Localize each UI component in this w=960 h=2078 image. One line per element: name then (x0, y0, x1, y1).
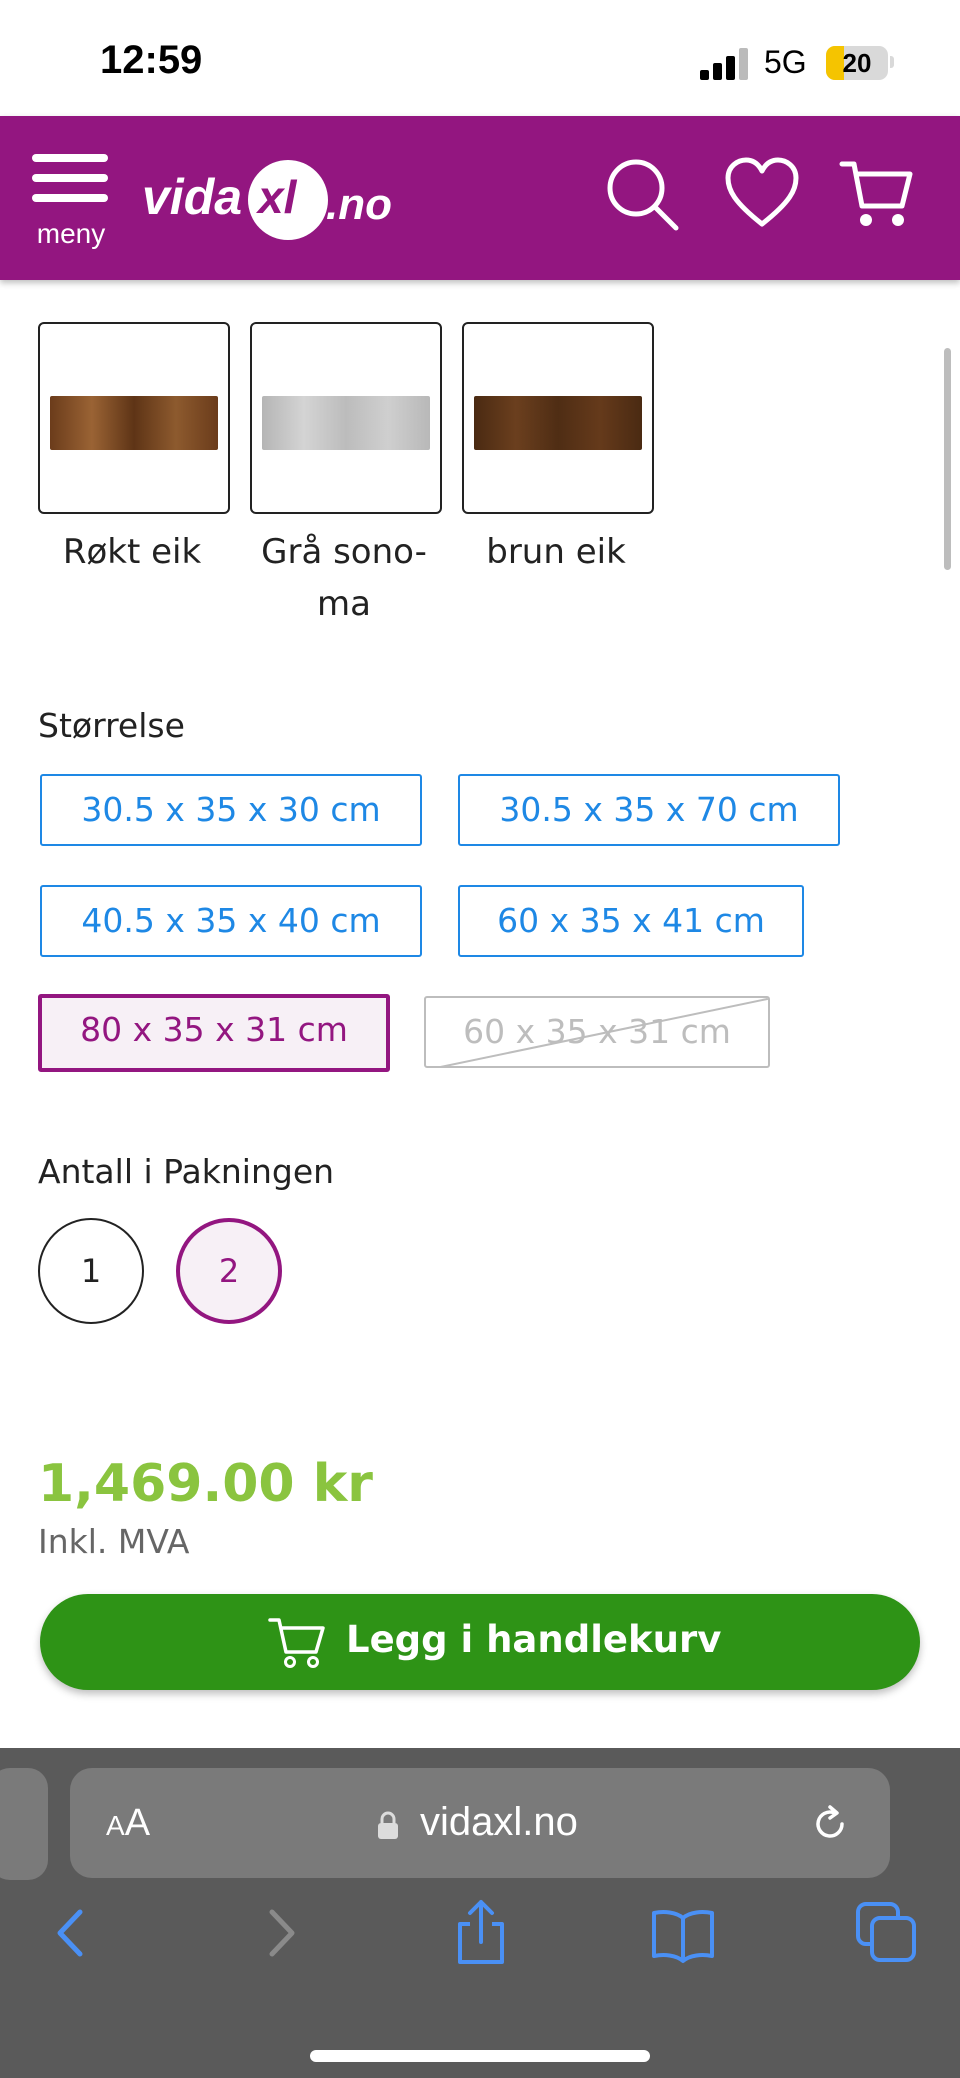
color-label: Røkt eik (62, 532, 202, 572)
site-header: meny vida xl .no (0, 116, 960, 280)
tabs-icon[interactable] (852, 1898, 922, 1968)
color-label: Grå sono- ma (261, 532, 427, 624)
size-option[interactable]: 30.5 x 35 x 70 cm (458, 774, 840, 846)
status-bar: 12:59 5G 20 (0, 0, 960, 116)
color-swatch-gra-sonoma[interactable] (250, 322, 442, 514)
size-option[interactable]: 60 x 35 x 41 cm (458, 885, 804, 957)
quantity-section-title: Antall i Pakningen (38, 1152, 335, 1191)
quantity-option-selected[interactable]: 2 (176, 1218, 282, 1324)
reload-icon[interactable] (810, 1804, 850, 1844)
signal-icon (700, 48, 752, 80)
browser-toolbar: AA vidaxl.no (0, 1748, 960, 2078)
menu-label: meny (36, 218, 106, 249)
previous-tab[interactable] (0, 1768, 48, 1880)
menu-button[interactable]: meny (28, 152, 114, 262)
address-bar[interactable]: AA vidaxl.no (70, 1768, 890, 1878)
vat-note: Inkl. MVA (38, 1522, 190, 1561)
back-icon[interactable] (38, 1898, 108, 1968)
color-swatch-rokt-eik[interactable] (38, 322, 230, 514)
product-price: 1,469.00 kr (38, 1454, 373, 1514)
size-option-selected[interactable]: 80 x 35 x 31 cm (38, 994, 390, 1072)
status-time: 12:59 (100, 38, 203, 82)
forward-icon[interactable] (244, 1898, 314, 1968)
size-section-title: Størrelse (38, 706, 185, 745)
lock-icon (378, 1811, 398, 1839)
add-to-cart-button[interactable]: Legg i handlekurv (40, 1594, 920, 1690)
search-icon[interactable] (604, 156, 680, 232)
product-thumbnail (262, 396, 430, 450)
color-label: brun eik (486, 532, 626, 572)
quantity-option[interactable]: 1 (38, 1218, 144, 1324)
text-size-button[interactable]: AA (106, 1802, 150, 1845)
size-option[interactable]: 40.5 x 35 x 40 cm (40, 885, 422, 957)
hamburger-icon (32, 154, 108, 162)
battery-icon: 20 (826, 46, 888, 80)
product-thumbnail (50, 396, 218, 450)
cart-icon (268, 1618, 325, 1668)
battery-level: 20 (842, 48, 872, 78)
add-to-cart-label: Legg i handlekurv (346, 1618, 722, 1661)
product-thumbnail (474, 396, 642, 450)
bookmarks-icon[interactable] (648, 1898, 718, 1968)
network-type: 5G (764, 44, 807, 80)
home-indicator[interactable] (310, 2050, 650, 2062)
url-text: vidaxl.no (420, 1800, 578, 1844)
vidaxl-logo[interactable]: vida xl .no (142, 150, 402, 240)
share-icon[interactable] (446, 1898, 516, 1968)
heart-icon[interactable] (724, 156, 800, 232)
scrollbar[interactable] (944, 348, 951, 570)
size-option-unavailable[interactable]: 60 x 35 x 31 cm (424, 996, 770, 1068)
size-option[interactable]: 30.5 x 35 x 30 cm (40, 774, 422, 846)
color-swatch-brun-eik[interactable] (462, 322, 654, 514)
cart-icon[interactable] (838, 156, 914, 232)
